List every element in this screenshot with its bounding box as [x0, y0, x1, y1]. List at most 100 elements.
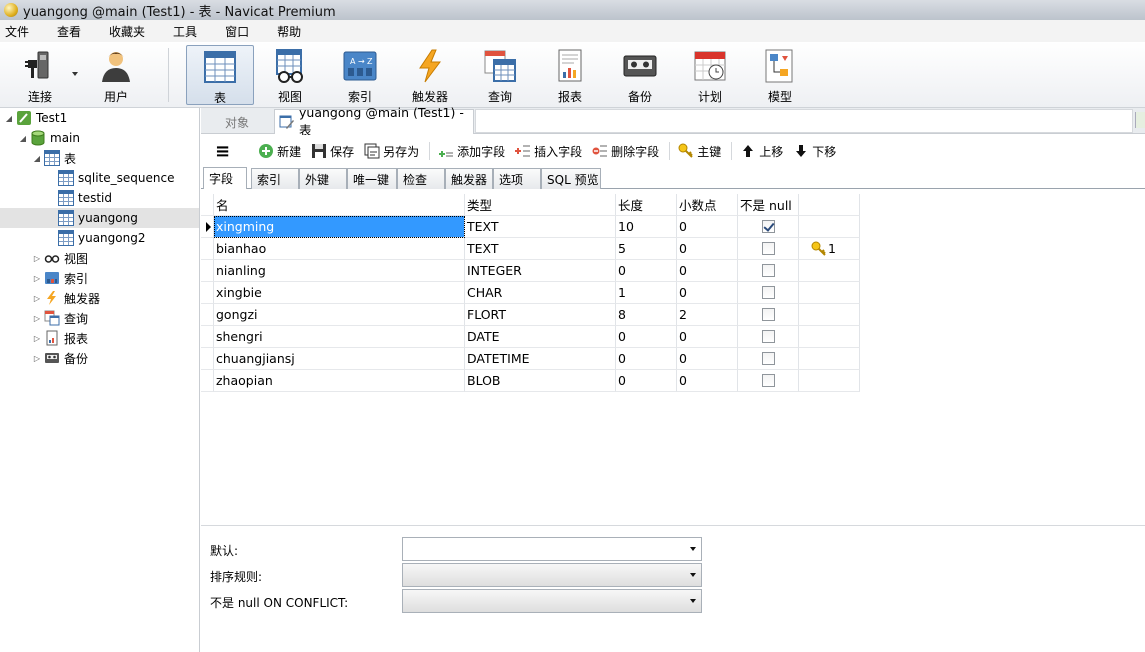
field-length-cell[interactable]: 1 [616, 282, 677, 304]
field-key-cell[interactable] [799, 370, 860, 392]
field-not-null-cell[interactable] [738, 304, 799, 326]
expand-arrow-icon[interactable]: ▷ [32, 353, 42, 363]
field-not-null-cell[interactable] [738, 238, 799, 260]
schedule-button[interactable]: 计划 [676, 45, 744, 105]
subtab-fields[interactable]: 字段 [203, 167, 247, 189]
primary-key-button[interactable]: 主键 [678, 143, 721, 160]
table-row[interactable]: xingbie CHAR 1 0 [201, 282, 860, 304]
field-type-cell[interactable]: INTEGER [465, 260, 616, 282]
row-indicator[interactable] [201, 260, 214, 282]
model-button[interactable]: 模型 [746, 45, 814, 105]
row-indicator[interactable] [201, 348, 214, 370]
row-indicator[interactable] [201, 326, 214, 348]
field-name-cell[interactable]: bianhao [214, 238, 465, 260]
field-not-null-cell[interactable] [738, 260, 799, 282]
tree-triggers-group[interactable]: ▷ 触发器 [0, 288, 199, 308]
field-name-cell[interactable]: chuangjiansj [214, 348, 465, 370]
menu-view[interactable]: 查看 [51, 23, 87, 40]
tree-table-item[interactable]: yuangong2 [0, 228, 199, 248]
field-type-cell[interactable]: BLOB [465, 370, 616, 392]
field-key-cell[interactable] [799, 282, 860, 304]
collation-select[interactable] [402, 563, 702, 587]
subtab-triggers[interactable]: 触发器 [445, 168, 493, 189]
collapse-arrow-icon[interactable]: ◢ [18, 133, 28, 143]
menu-favorites[interactable]: 收藏夹 [103, 23, 151, 40]
field-type-cell[interactable]: FLORT [465, 304, 616, 326]
table-button[interactable]: 表 [186, 45, 254, 105]
field-length-cell[interactable]: 8 [616, 304, 677, 326]
expand-arrow-icon[interactable]: ▷ [32, 333, 42, 343]
header-not-null[interactable]: 不是 null [738, 194, 799, 216]
field-not-null-cell[interactable] [738, 216, 799, 238]
collapse-arrow-icon[interactable]: ◢ [32, 153, 42, 163]
field-type-cell[interactable]: TEXT [465, 216, 616, 238]
not-null-checkbox[interactable] [761, 242, 775, 255]
tree-database-main[interactable]: ◢ main [0, 128, 199, 148]
tree-table-item-selected[interactable]: yuangong [0, 208, 199, 228]
save-button[interactable]: 保存 [311, 143, 354, 160]
field-decimals-cell[interactable]: 0 [677, 260, 738, 282]
collapse-arrow-icon[interactable]: ◢ [4, 113, 14, 123]
not-null-checkbox[interactable] [761, 264, 775, 277]
field-name-cell[interactable]: xingbie [214, 282, 465, 304]
field-key-cell[interactable]: 1 [799, 238, 860, 260]
subtab-unique-keys[interactable]: 唯一键 [347, 168, 397, 189]
field-name-cell[interactable]: zhaopian [214, 370, 465, 392]
new-button[interactable]: 新建 [258, 143, 301, 160]
hamburger-menu-icon[interactable]: ≡ [215, 141, 230, 162]
header-name[interactable]: 名 [214, 194, 465, 216]
field-length-cell[interactable]: 0 [616, 370, 677, 392]
row-indicator[interactable] [201, 304, 214, 326]
tree-table-item[interactable]: testid [0, 188, 199, 208]
subtab-options[interactable]: 选项 [493, 168, 541, 189]
tree-views-group[interactable]: ▷ 视图 [0, 248, 199, 268]
table-row[interactable]: bianhao TEXT 5 0 1 [201, 238, 860, 260]
row-indicator[interactable] [201, 238, 214, 260]
field-decimals-cell[interactable]: 0 [677, 348, 738, 370]
not-null-checkbox[interactable] [761, 220, 775, 233]
move-down-button[interactable]: 下移 [793, 143, 836, 160]
field-length-cell[interactable]: 0 [616, 260, 677, 282]
view-button[interactable]: 视图 [256, 45, 324, 105]
field-length-cell[interactable]: 0 [616, 348, 677, 370]
backup-button[interactable]: 备份 [606, 45, 674, 105]
field-decimals-cell[interactable]: 0 [677, 370, 738, 392]
delete-field-button[interactable]: 删除字段 [592, 143, 659, 160]
table-row[interactable]: xingming TEXT 10 0 [201, 216, 860, 238]
expand-arrow-icon[interactable]: ▷ [32, 273, 42, 283]
tree-connection-test1[interactable]: ◢ Test1 [0, 108, 199, 128]
not-null-checkbox[interactable] [761, 330, 775, 343]
field-decimals-cell[interactable]: 2 [677, 304, 738, 326]
field-length-cell[interactable]: 0 [616, 326, 677, 348]
field-name-cell[interactable]: gongzi [214, 304, 465, 326]
index-button[interactable]: A → Z 索引 [326, 45, 394, 105]
not-null-checkbox[interactable] [761, 308, 775, 321]
not-null-checkbox[interactable] [761, 374, 775, 387]
field-name-cell[interactable]: nianling [214, 260, 465, 282]
table-row[interactable]: gongzi FLORT 8 2 [201, 304, 860, 326]
table-row[interactable]: shengri DATE 0 0 [201, 326, 860, 348]
expand-arrow-icon[interactable]: ▷ [32, 313, 42, 323]
trigger-button[interactable]: 触发器 [396, 45, 464, 105]
field-length-cell[interactable]: 10 [616, 216, 677, 238]
field-length-cell[interactable]: 5 [616, 238, 677, 260]
field-name-cell[interactable]: shengri [214, 326, 465, 348]
table-row[interactable]: chuangjiansj DATETIME 0 0 [201, 348, 860, 370]
tree-backups-group[interactable]: ▷ 备份 [0, 348, 199, 368]
not-null-conflict-select[interactable] [402, 589, 702, 613]
tree-indexes-group[interactable]: ▷ 索引 [0, 268, 199, 288]
tab-objects[interactable]: 对象 [201, 110, 273, 134]
field-not-null-cell[interactable] [738, 326, 799, 348]
field-key-cell[interactable] [799, 326, 860, 348]
subtab-sql-preview[interactable]: SQL 预览 [541, 168, 601, 189]
tree-queries-group[interactable]: ▷ 查询 [0, 308, 199, 328]
field-type-cell[interactable]: DATETIME [465, 348, 616, 370]
tab-overflow-icon[interactable] [1135, 112, 1145, 128]
add-field-button[interactable]: 添加字段 [438, 143, 505, 160]
field-decimals-cell[interactable]: 0 [677, 216, 738, 238]
menu-tools[interactable]: 工具 [167, 23, 203, 40]
field-key-cell[interactable] [799, 260, 860, 282]
expand-arrow-icon[interactable]: ▷ [32, 253, 42, 263]
expand-arrow-icon[interactable]: ▷ [32, 293, 42, 303]
tree-tables-group[interactable]: ◢ 表 [0, 148, 199, 168]
